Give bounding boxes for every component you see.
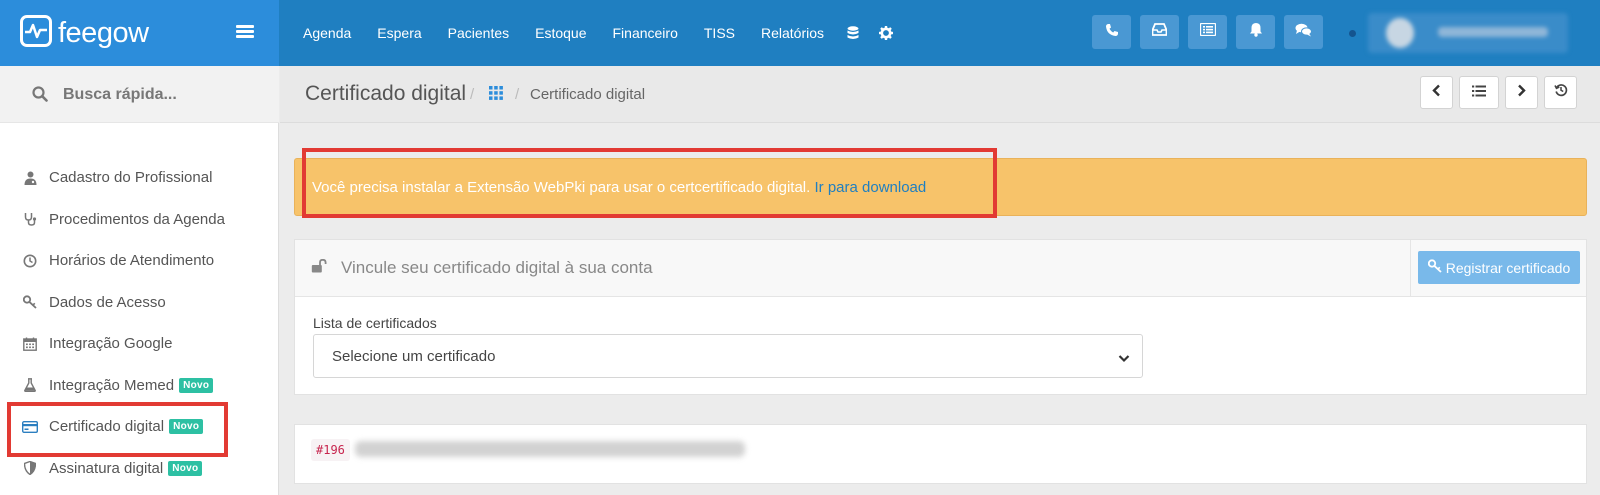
grid-apps-icon[interactable] [489, 86, 503, 105]
toolbar-buttons [1092, 15, 1332, 49]
sidebar-item-label: Dados de Acesso [49, 293, 166, 311]
unlock-icon [311, 258, 327, 278]
previous-button[interactable] [1420, 76, 1453, 109]
highlight-box-sidebar [7, 402, 228, 457]
sidebar-item-label: Assinatura digital [49, 459, 164, 477]
breadcrumb-separator: / [470, 86, 475, 103]
list-alt-button[interactable] [1188, 15, 1227, 49]
sidebar-item-horarios-atendimento[interactable]: Horários de Atendimento [0, 240, 279, 282]
panel-divider [1410, 240, 1411, 297]
page-title: Certificado digital [305, 82, 467, 105]
menu-toggle-icon[interactable] [236, 25, 254, 39]
bell-icon [1249, 22, 1263, 42]
certificate-select-value: Selecione um certificado [332, 348, 496, 365]
chevron-down-icon [1118, 350, 1130, 368]
history-icon [1553, 83, 1568, 102]
sidebar-item-integracao-memed[interactable]: Integração Memed Novo [0, 365, 279, 407]
gear-icon[interactable] [869, 26, 903, 40]
chat-icon [1295, 23, 1312, 42]
status-dot [1349, 30, 1356, 37]
user-name-redacted [1438, 27, 1548, 37]
new-badge: Novo [168, 460, 203, 476]
avatar [1386, 18, 1414, 48]
inbox-icon [1151, 23, 1168, 41]
new-badge: Novo [179, 377, 214, 393]
sidebar-item-label: Integração Memed [49, 376, 175, 394]
quick-search-label: Busca rápida... [63, 86, 177, 103]
clock-icon [22, 253, 38, 269]
stethoscope-icon [22, 211, 38, 227]
flask-icon [22, 377, 38, 393]
notifications-button[interactable] [1236, 15, 1275, 49]
certificate-panel: Vincule seu certificado digital à sua co… [294, 239, 1587, 395]
license-info-card: #196 [294, 424, 1587, 484]
key-icon [1427, 259, 1446, 276]
next-button[interactable] [1505, 76, 1538, 109]
sidebar: Busca rápida... Cadastro do Profissional… [0, 66, 279, 495]
list-view-button[interactable] [1459, 76, 1499, 109]
chevron-right-icon [1517, 84, 1526, 102]
redacted-text [355, 441, 745, 457]
sidebar-item-cadastro-profissional[interactable]: Cadastro do Profissional [0, 157, 279, 199]
database-icon[interactable] [837, 26, 869, 40]
phone-icon [1105, 23, 1119, 42]
brand-area: feegow [0, 0, 279, 66]
register-certificate-label: Registrar certificado [1445, 259, 1571, 276]
certificate-select[interactable]: Selecione um certificado [313, 334, 1143, 378]
nav-agenda[interactable]: Agenda [290, 25, 364, 41]
nav-relatorios[interactable]: Relatórios [748, 25, 837, 41]
sidebar-item-integracao-google[interactable]: Integração Google [0, 323, 279, 365]
nav-estoque[interactable]: Estoque [522, 25, 599, 41]
history-button[interactable] [1544, 76, 1577, 109]
nav-financeiro[interactable]: Financeiro [600, 25, 691, 41]
highlight-box-alert [302, 148, 997, 218]
nav-espera[interactable]: Espera [364, 25, 434, 41]
sidebar-item-label: Horários de Atendimento [49, 252, 215, 270]
nav-pacientes[interactable]: Pacientes [435, 25, 522, 41]
header-buttons [1420, 76, 1583, 109]
quick-search[interactable]: Busca rápida... [0, 66, 279, 123]
sidebar-item-label: Integração Google [49, 335, 173, 353]
sidebar-item-dados-acesso[interactable]: Dados de Acesso [0, 282, 279, 324]
search-icon [32, 86, 48, 107]
key-icon [22, 294, 38, 310]
license-code: #196 [311, 439, 350, 461]
breadcrumb-current: Certificado digital [530, 86, 646, 103]
calendar-icon [22, 336, 38, 352]
phone-button[interactable] [1092, 15, 1131, 49]
list-alt-icon [1199, 22, 1216, 41]
nav-tiss[interactable]: TISS [691, 25, 748, 41]
main-nav: Agenda Espera Pacientes Estoque Financei… [290, 0, 903, 66]
feegow-logo-icon[interactable] [20, 15, 52, 47]
certificate-list-label: Lista de certificados [313, 315, 437, 331]
register-certificate-button[interactable]: Registrar certificado [1418, 251, 1580, 284]
shield-icon [22, 460, 38, 476]
chevron-left-icon [1432, 84, 1441, 102]
inbox-button[interactable] [1140, 15, 1179, 49]
panel-heading: Vincule seu certificado digital à sua co… [295, 240, 1586, 297]
sidebar-item-label: Cadastro do Profissional [49, 169, 213, 187]
sidebar-item-procedimentos-agenda[interactable]: Procedimentos da Agenda [0, 199, 279, 241]
panel-title: Vincule seu certificado digital à sua co… [341, 258, 653, 277]
user-doctor-icon [22, 170, 38, 186]
breadcrumb-separator: / [515, 86, 520, 103]
top-navbar: feegow Agenda Espera Pacientes Estoque F… [0, 0, 1600, 66]
brand-name[interactable]: feegow [58, 17, 149, 50]
chat-button[interactable] [1284, 15, 1323, 49]
sidebar-item-label: Procedimentos da Agenda [49, 210, 225, 228]
list-icon [1472, 84, 1486, 102]
page-header: Certificado digital / / Certificado digi… [280, 66, 1600, 123]
user-menu[interactable] [1368, 13, 1568, 53]
